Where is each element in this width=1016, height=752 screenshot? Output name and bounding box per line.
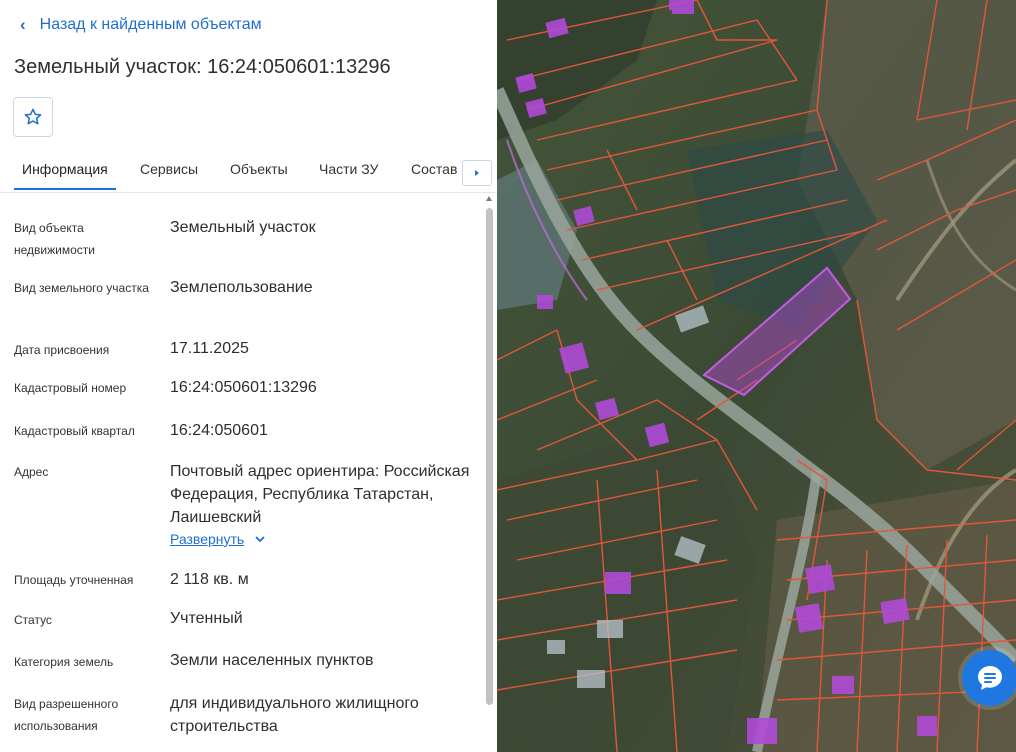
active-tab-indicator [14,188,116,190]
info-value-cadastral-number: 16:24:050601:13296 [170,379,317,396]
expand-label: Развернуть [170,531,245,547]
info-label-status: Статус [14,613,52,627]
page-title: Земельный участок: 16:24:050601:13296 [14,56,391,78]
expand-address-link[interactable]: Развернуть [170,531,266,547]
info-label-address: Адрес [14,465,49,479]
info-panel: ‹ Назад к найденным объектам Земельный у… [0,0,497,752]
back-link-label: Назад к найденным объектам [39,16,262,33]
chevron-left-icon: ‹ [20,15,26,34]
info-label-parcel-type: Вид земельного участка [14,281,149,295]
info-value-assign-date: 17.11.2025 [170,340,249,357]
tab-bar: Информация Сервисы Объекты Части ЗУ Сост… [0,148,497,193]
info-label-object-type: Вид объекта недвижимости [14,221,95,257]
info-label-permitted-use: Вид разрешенного использования [14,697,119,733]
scrollbar-thumb[interactable] [486,208,493,705]
star-icon [24,108,42,125]
info-value-object-type: Земельный участок [170,219,316,236]
tab-composition[interactable]: Состав [411,161,457,177]
info-value-permitted-use: для индивидуального жилищного строительс… [170,695,419,735]
tab-parts[interactable]: Части ЗУ [319,161,378,177]
info-label-cadastral-quarter: Кадастровый квартал [14,424,135,438]
chat-button[interactable] [962,650,1016,706]
info-label-cadastral-number: Кадастровый номер [14,381,127,395]
triangle-right-icon [475,170,479,176]
tabs-scroll-right-button[interactable] [462,160,492,186]
map-view[interactable] [497,0,1016,752]
favorite-button[interactable] [13,97,53,137]
info-value-address: Почтовый адрес ориентира: Российская Фед… [170,463,470,526]
back-link[interactable]: ‹ Назад к найденным объектам [20,14,262,36]
scroll-up-arrow[interactable] [486,196,492,201]
chevron-down-icon [255,536,265,543]
chat-bubble-icon [978,666,1002,690]
info-label-land-category: Категория земель [14,655,114,669]
satellite-map[interactable] [497,0,1016,752]
tab-services[interactable]: Сервисы [140,161,198,177]
info-value-land-category: Земли населенных пунктов [170,652,374,669]
info-value-status: Учтенный [170,610,243,627]
info-value-parcel-type: Землепользование [170,279,313,296]
info-label-assign-date: Дата присвоения [14,343,110,357]
info-label-area: Площадь уточненная [14,573,134,587]
tab-objects[interactable]: Объекты [230,161,288,177]
tab-information[interactable]: Информация [22,161,108,177]
info-value-area: 2 118 кв. м [170,571,249,588]
info-value-cadastral-quarter: 16:24:050601 [170,422,268,439]
